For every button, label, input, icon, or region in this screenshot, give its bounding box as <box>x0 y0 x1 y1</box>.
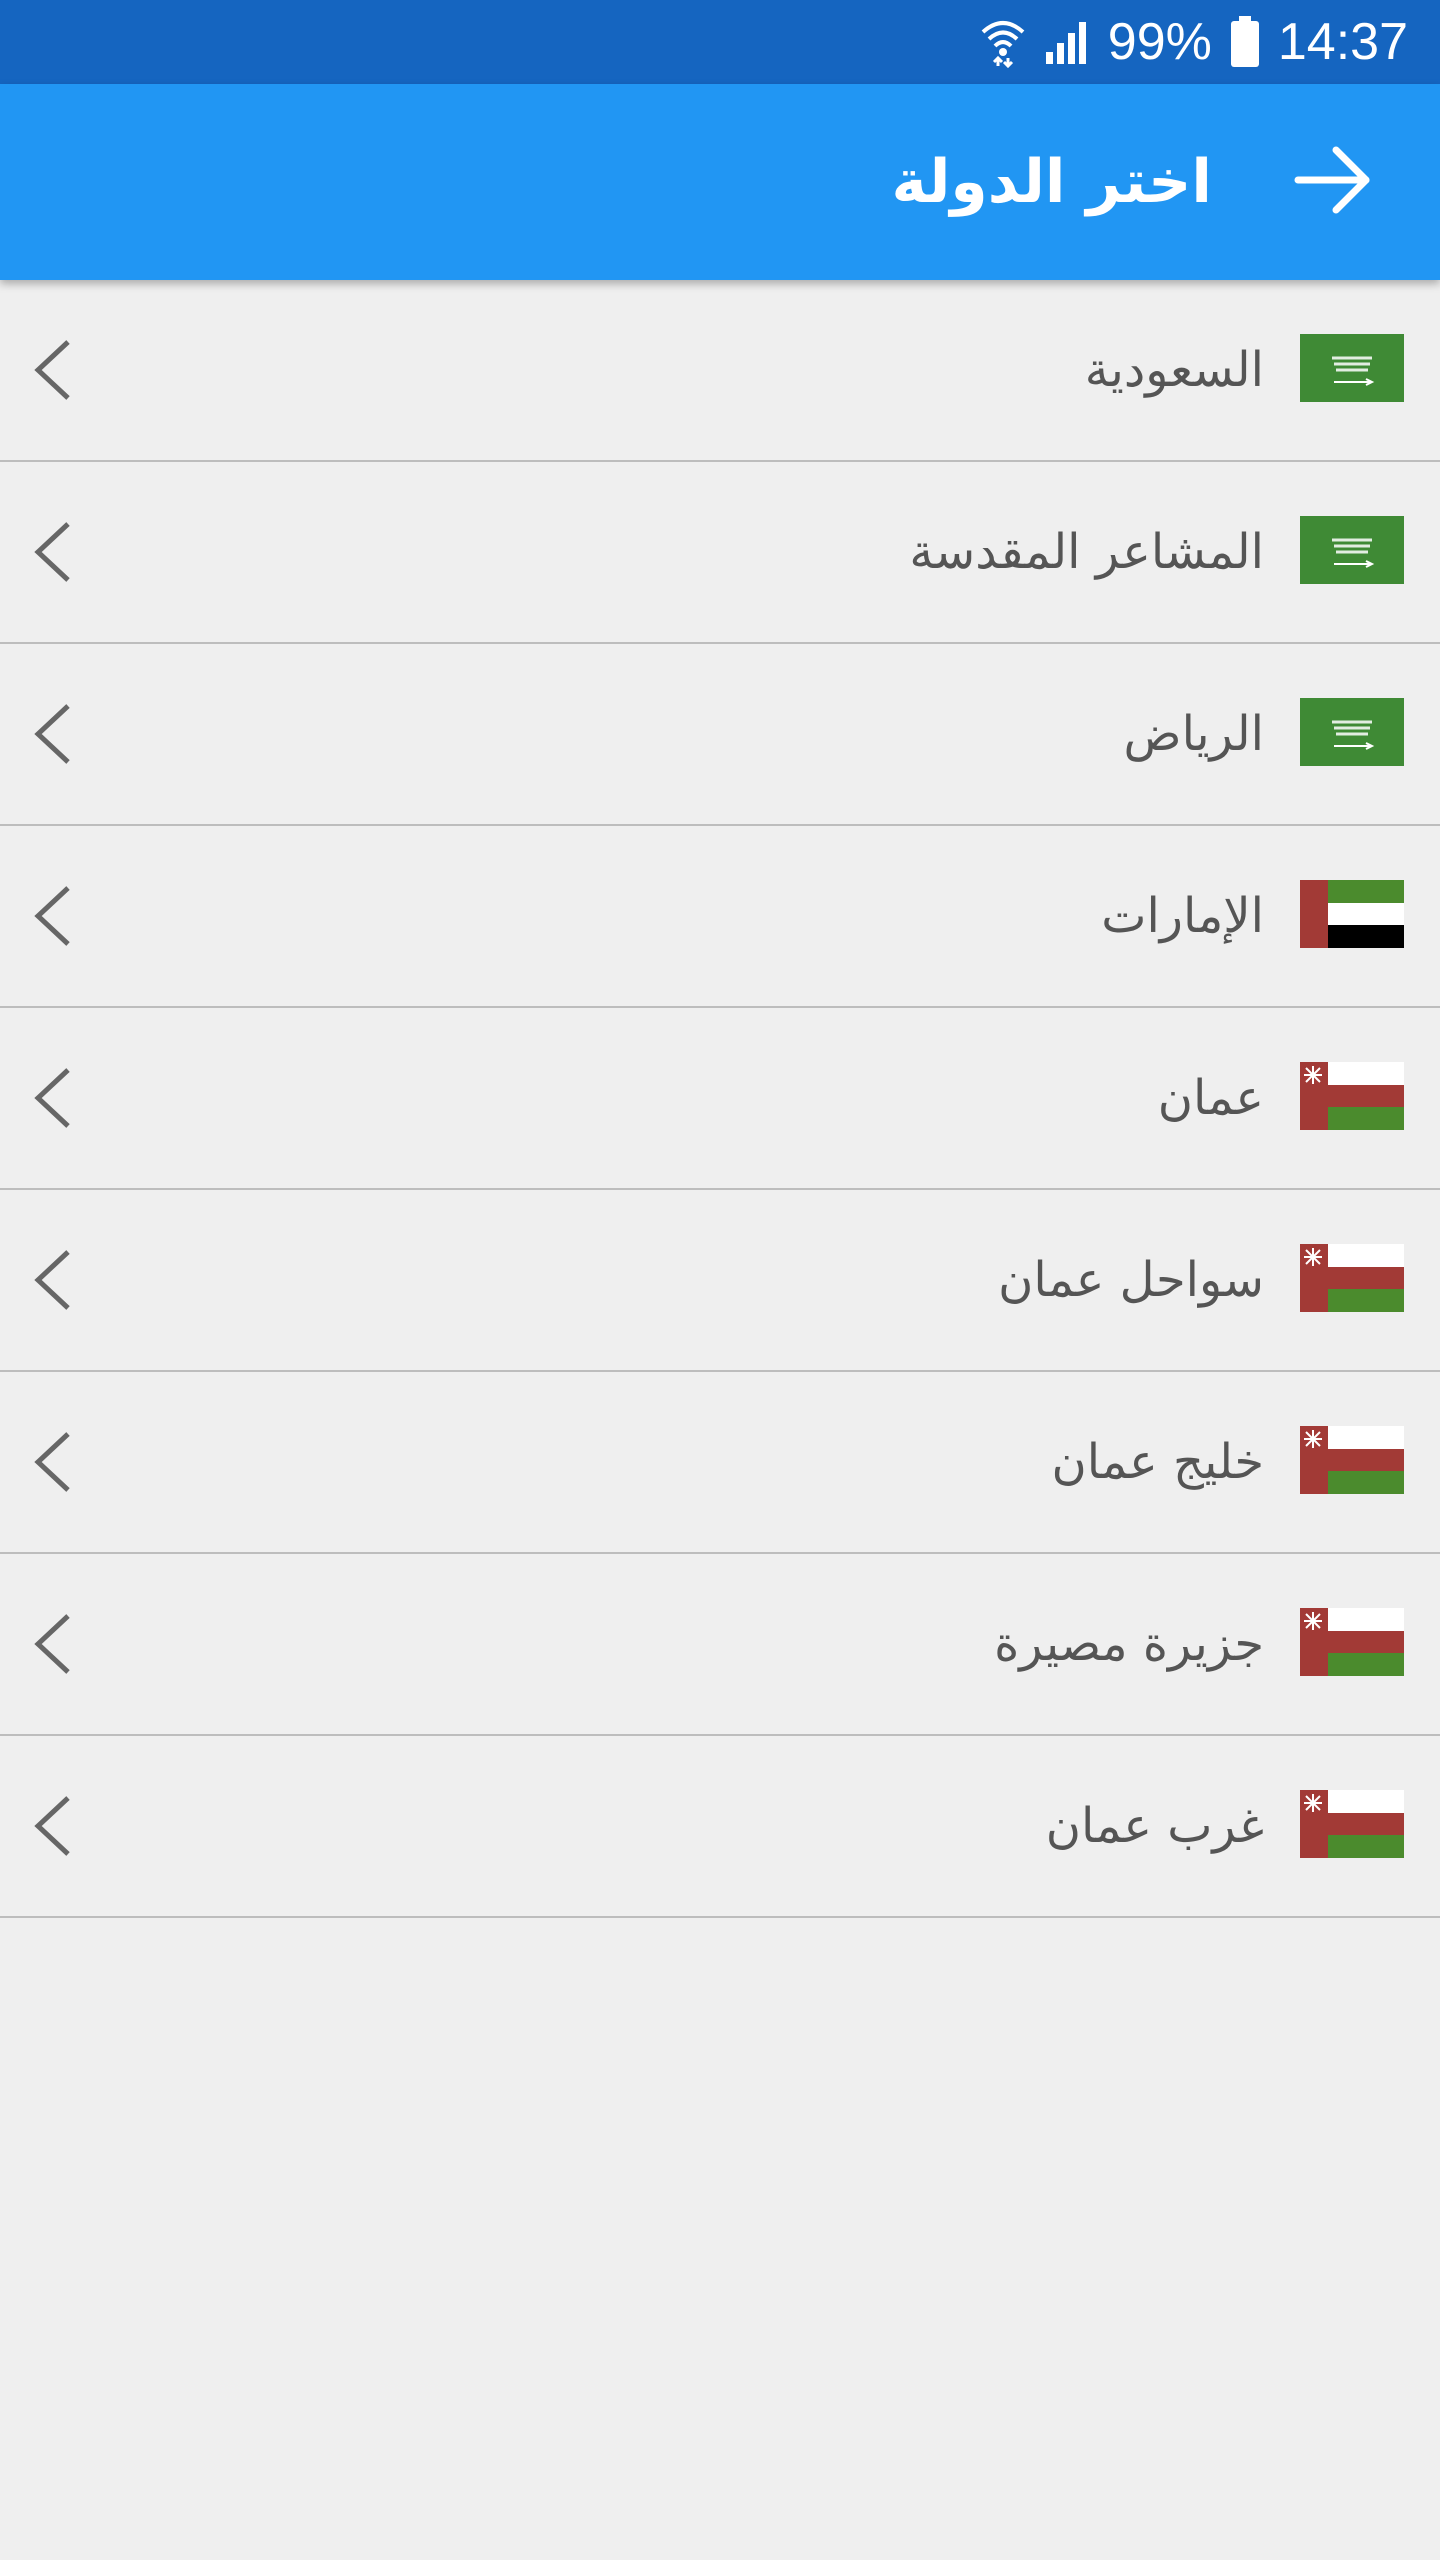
list-item-label: خليج عمان <box>1051 1434 1264 1490</box>
oman-flag-icon <box>1300 1426 1404 1494</box>
list-item[interactable]: جزيرة مصيرة <box>0 1554 1440 1736</box>
chevron-left-icon <box>30 884 74 948</box>
oman-flag-icon <box>1300 1608 1404 1676</box>
chevron-left-icon <box>30 1612 74 1676</box>
saudi-flag-icon <box>1300 516 1404 584</box>
saudi-flag-icon <box>1300 334 1404 402</box>
list-item-label: الإمارات <box>1101 888 1264 944</box>
signal-icon <box>1044 18 1090 66</box>
app-bar: اختر الدولة <box>0 84 1440 280</box>
battery-icon <box>1230 16 1260 68</box>
page-title: اختر الدولة <box>891 147 1212 217</box>
list-item-label: جزيرة مصيرة <box>994 1616 1264 1672</box>
chevron-left-icon <box>30 702 74 766</box>
list-item-label: المشاعر المقدسة <box>909 524 1264 580</box>
chevron-left-icon <box>30 520 74 584</box>
chevron-left-icon <box>30 1794 74 1858</box>
status-bar: 99% 14:37 <box>0 0 1440 84</box>
back-button[interactable] <box>1294 142 1374 222</box>
arrow-forward-icon <box>1294 140 1374 224</box>
chevron-left-icon <box>30 1066 74 1130</box>
chevron-left-icon <box>30 1430 74 1494</box>
list-item[interactable]: خليج عمان <box>0 1372 1440 1554</box>
oman-flag-icon <box>1300 1244 1404 1312</box>
country-list: السعودية المشاعر المقدسة الرياض الإمارات <box>0 280 1440 1918</box>
list-item[interactable]: الإمارات <box>0 826 1440 1008</box>
list-item-label: سواحل عمان <box>998 1252 1264 1308</box>
chevron-left-icon <box>30 1248 74 1312</box>
list-item[interactable]: المشاعر المقدسة <box>0 462 1440 644</box>
uae-flag-icon <box>1300 880 1404 948</box>
oman-flag-icon <box>1300 1790 1404 1858</box>
list-item[interactable]: عمان <box>0 1008 1440 1190</box>
chevron-left-icon <box>30 338 74 402</box>
list-item-label: عمان <box>1157 1070 1264 1126</box>
clock: 14:37 <box>1277 13 1408 71</box>
saudi-flag-icon <box>1300 698 1404 766</box>
wifi-icon <box>980 16 1026 68</box>
list-item-label: السعودية <box>1084 342 1264 398</box>
battery-percent: 99% <box>1107 13 1212 71</box>
list-item[interactable]: الرياض <box>0 644 1440 826</box>
list-item-label: الرياض <box>1123 706 1264 762</box>
list-item[interactable]: السعودية <box>0 280 1440 462</box>
list-item[interactable]: غرب عمان <box>0 1736 1440 1918</box>
list-item[interactable]: سواحل عمان <box>0 1190 1440 1372</box>
oman-flag-icon <box>1300 1062 1404 1130</box>
list-item-label: غرب عمان <box>1045 1798 1264 1854</box>
